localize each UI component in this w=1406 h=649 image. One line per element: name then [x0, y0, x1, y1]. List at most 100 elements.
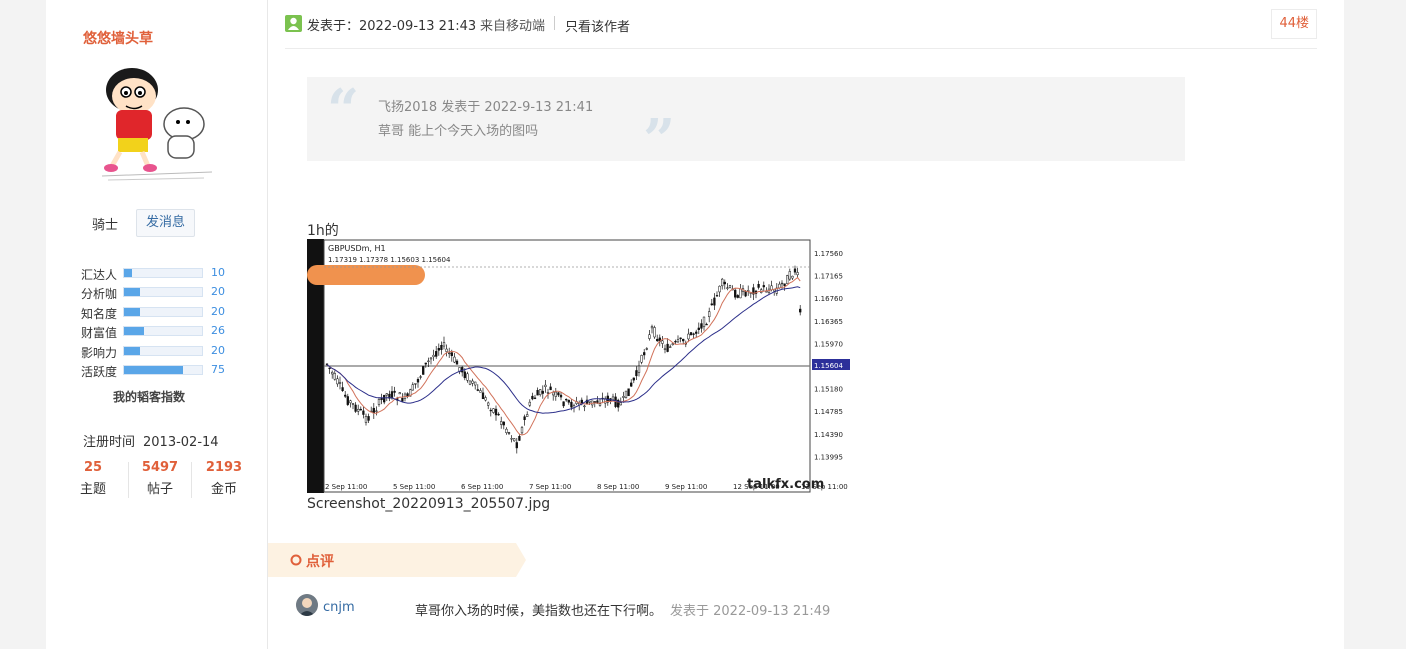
candle-body: [536, 390, 539, 396]
candle-body: [559, 394, 563, 398]
candle-body: [611, 396, 615, 401]
stat-bar-fill: [124, 288, 140, 297]
stat-row: 汇达人 10: [81, 264, 241, 283]
candle-body: [476, 389, 479, 391]
only-author-link[interactable]: 只看该作者: [565, 16, 630, 35]
candle-body: [637, 365, 641, 373]
candle-body: [359, 408, 362, 411]
attachment-image[interactable]: GBPUSDm, H1 1.17319 1.17378 1.15603 1.15…: [307, 239, 853, 493]
candle-body: [710, 303, 713, 306]
comment-tab[interactable]: 点评: [268, 543, 533, 577]
candle-body: [793, 268, 797, 273]
stat-bar-fill: [124, 269, 132, 277]
register-info: 注册时间 2013-02-14: [83, 431, 227, 450]
candle-body: [640, 355, 643, 363]
index-title[interactable]: 我的韬客指数: [113, 388, 185, 405]
candle-body: [463, 371, 466, 379]
quote-block: “ 飞扬2018 发表于 2022-9-13 21:41 草哥 能上个今天入场的…: [307, 77, 1185, 173]
candle-body: [533, 397, 537, 399]
candle-body: [362, 410, 365, 415]
date-tick-label: 6 Sep 11:00: [461, 483, 503, 491]
candle-body: [734, 289, 737, 298]
candle-body: [689, 332, 693, 336]
price-tick-label: 1.13995: [814, 453, 843, 461]
date-tick-label: 5 Sep 11:00: [393, 483, 435, 491]
candle-body: [354, 404, 357, 412]
candle-body: [450, 352, 453, 357]
candle-body: [528, 401, 531, 406]
candle-body: [393, 390, 396, 393]
count-topics[interactable]: 25 主题: [63, 460, 123, 497]
candle-body: [375, 410, 378, 412]
send-message-button[interactable]: 发消息: [136, 209, 195, 237]
quote-meta: 飞扬2018 发表于 2022-9-13 21:41: [378, 100, 594, 115]
author-name[interactable]: 悠悠墙头草: [83, 28, 153, 48]
candle-body: [645, 348, 648, 350]
stat-row: 财富值 26: [81, 322, 241, 341]
candle-body: [692, 333, 695, 335]
stat-bar: [123, 326, 203, 337]
candle-body: [437, 347, 440, 351]
candle-body: [671, 343, 674, 345]
stat-value: 75: [211, 362, 225, 376]
candle-body: [570, 401, 573, 408]
candle-body: [702, 316, 706, 328]
candle-body: [700, 323, 703, 329]
chart-symbol: GBPUSDm, H1: [328, 244, 386, 253]
price-tick-label: 1.16760: [814, 295, 843, 303]
price-tick-label: 1.17165: [814, 273, 843, 281]
candle-body: [526, 414, 529, 417]
candle-body: [713, 297, 716, 306]
date-tick-label: 9 Sep 11:00: [665, 483, 707, 491]
candle-body: [674, 341, 677, 343]
count-coins[interactable]: 2193 金币: [194, 460, 254, 497]
stat-bar: [123, 306, 203, 317]
candle-body: [372, 407, 375, 414]
stat-value: 20: [211, 304, 225, 318]
commenter-avatar[interactable]: [296, 594, 318, 616]
candle-body: [487, 402, 490, 406]
candle-body: [390, 391, 394, 399]
candle-body: [468, 380, 472, 385]
candle-body: [344, 394, 347, 397]
candle-body: [429, 357, 433, 360]
candle-body: [679, 337, 682, 340]
stat-bar: [123, 364, 203, 375]
author-rank: 骑士: [92, 218, 119, 233]
stat-bar-fill: [124, 327, 145, 336]
count-posts[interactable]: 5497 帖子: [130, 460, 190, 497]
candle-body: [367, 416, 370, 421]
candle-body: [520, 427, 524, 434]
candle-body: [627, 388, 630, 397]
candle-body: [513, 438, 516, 442]
candle-body: [515, 442, 518, 449]
candle-body: [736, 295, 739, 298]
attachment-filename[interactable]: Screenshot_20220913_205507.jpg: [307, 496, 550, 512]
candle-body: [708, 311, 711, 317]
candle-body: [643, 352, 646, 356]
candle-body: [346, 396, 349, 405]
candle-body: [489, 409, 492, 412]
commenter-name[interactable]: cnjm: [323, 600, 355, 615]
candle-body: [705, 323, 708, 326]
candle-body: [377, 398, 381, 405]
candle-body: [565, 398, 568, 401]
candle-body: [435, 351, 438, 357]
chart-ohlc: 1.17319 1.17378 1.15603 1.15604: [328, 256, 451, 264]
candle-body: [541, 390, 544, 394]
author-avatar[interactable]: [96, 62, 216, 187]
comment-tab-label: 点评: [306, 554, 334, 570]
candle-body: [765, 291, 768, 293]
candle-body: [455, 360, 459, 365]
candle-body: [432, 354, 435, 358]
floor-number[interactable]: 44楼: [1271, 9, 1317, 39]
candle-body: [682, 338, 685, 342]
candle-body: [539, 389, 542, 395]
stat-value: 26: [211, 324, 225, 338]
candle-body: [593, 401, 596, 403]
candle-body: [583, 405, 586, 408]
stat-row: 分析咖 20: [81, 283, 241, 302]
candle-body: [422, 366, 425, 375]
candle-body: [728, 285, 732, 288]
candle-body: [518, 436, 521, 441]
